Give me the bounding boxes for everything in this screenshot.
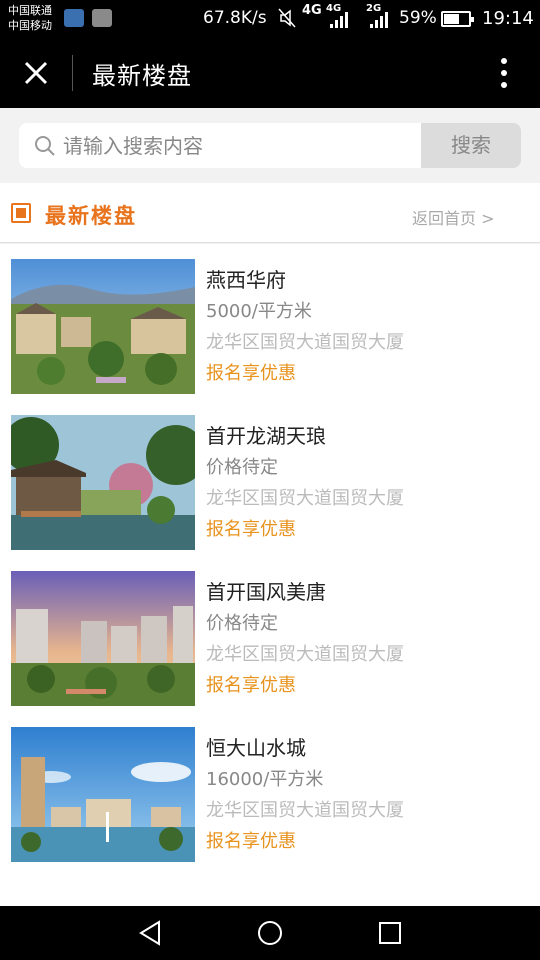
carrier-info: 中国联通 中国移动 bbox=[8, 3, 52, 33]
back-triangle-icon bbox=[139, 920, 160, 946]
home-circle-icon bbox=[258, 921, 282, 945]
page-title: 最新楼盘 bbox=[92, 62, 192, 90]
property-name: 首开国风美唐 bbox=[206, 580, 326, 604]
search-icon bbox=[35, 136, 55, 156]
list-item[interactable]: 首开国风美唐 价格待定 龙华区国贸大道国贸大厦 报名享优惠 bbox=[0, 556, 540, 706]
search-input[interactable] bbox=[63, 129, 413, 162]
search-bar: 搜索 bbox=[0, 108, 540, 183]
property-image bbox=[11, 727, 195, 862]
property-image bbox=[11, 571, 195, 706]
close-button[interactable] bbox=[16, 53, 56, 93]
signup-discount-link[interactable]: 报名享优惠 bbox=[206, 671, 296, 697]
title-divider bbox=[72, 55, 73, 91]
status-bar: 中国联通 中国移动 67.8K/s 4G 4G 2G 59% 19:14 bbox=[0, 0, 540, 38]
list-item[interactable]: 首开龙湖天琅 价格待定 龙华区国贸大道国贸大厦 报名享优惠 bbox=[0, 400, 540, 550]
search-field-wrapper bbox=[19, 123, 421, 168]
list-item[interactable]: 恒大山水城 16000/平方米 龙华区国贸大道国贸大厦 报名享优惠 bbox=[0, 712, 540, 862]
nav-home-button[interactable] bbox=[255, 918, 285, 948]
property-image bbox=[11, 415, 195, 550]
building-icon bbox=[11, 203, 31, 223]
carrier-2: 中国移动 bbox=[8, 19, 52, 32]
recent-square-icon bbox=[379, 922, 401, 944]
signal-icon bbox=[370, 12, 392, 28]
battery-level bbox=[444, 14, 460, 24]
signup-discount-link[interactable]: 报名享优惠 bbox=[206, 359, 296, 385]
section-header: 最新楼盘 返回首页 > bbox=[0, 183, 540, 243]
gallery-app-icon bbox=[92, 9, 112, 27]
property-address: 龙华区国贸大道国贸大厦 bbox=[206, 800, 404, 821]
back-home-link[interactable]: 返回首页 > bbox=[412, 205, 495, 229]
property-name: 首开龙湖天琅 bbox=[206, 424, 326, 448]
system-nav-bar bbox=[0, 906, 540, 960]
signup-discount-link[interactable]: 报名享优惠 bbox=[206, 515, 296, 541]
signal-icon bbox=[330, 12, 352, 28]
property-address: 龙华区国贸大道国贸大厦 bbox=[206, 644, 404, 665]
wechat-app-icon bbox=[64, 9, 84, 27]
signup-discount-link[interactable]: 报名享优惠 bbox=[206, 827, 296, 853]
property-address: 龙华区国贸大道国贸大厦 bbox=[206, 488, 404, 509]
battery-percent: 59% bbox=[399, 8, 437, 28]
property-name: 恒大山水城 bbox=[206, 736, 306, 760]
property-price: 5000/平方米 bbox=[206, 301, 312, 322]
nav-recent-button[interactable] bbox=[375, 918, 405, 948]
clock: 19:14 bbox=[482, 8, 534, 29]
title-bar: 最新楼盘 bbox=[0, 38, 540, 108]
close-icon bbox=[24, 61, 48, 85]
nav-back-button[interactable] bbox=[135, 918, 165, 948]
property-price: 16000/平方米 bbox=[206, 769, 324, 790]
property-image bbox=[11, 259, 195, 394]
network-type-1: 4G bbox=[302, 3, 322, 18]
search-button[interactable]: 搜索 bbox=[421, 123, 521, 168]
listing-list: 燕西华府 5000/平方米 龙华区国贸大道国贸大厦 报名享优惠 首开龙湖天琅 价… bbox=[0, 244, 540, 906]
property-name: 燕西华府 bbox=[206, 268, 286, 292]
carrier-1: 中国联通 bbox=[8, 4, 52, 17]
more-options-button[interactable] bbox=[490, 52, 518, 94]
property-price: 价格待定 bbox=[206, 457, 278, 478]
mute-icon bbox=[278, 8, 296, 32]
battery-icon bbox=[441, 11, 474, 27]
section-title: 最新楼盘 bbox=[45, 203, 137, 228]
property-price: 价格待定 bbox=[206, 613, 278, 634]
list-item[interactable]: 燕西华府 5000/平方米 龙华区国贸大道国贸大厦 报名享优惠 bbox=[0, 244, 540, 394]
property-address: 龙华区国贸大道国贸大厦 bbox=[206, 332, 404, 353]
network-speed: 67.8K/s bbox=[203, 8, 267, 28]
